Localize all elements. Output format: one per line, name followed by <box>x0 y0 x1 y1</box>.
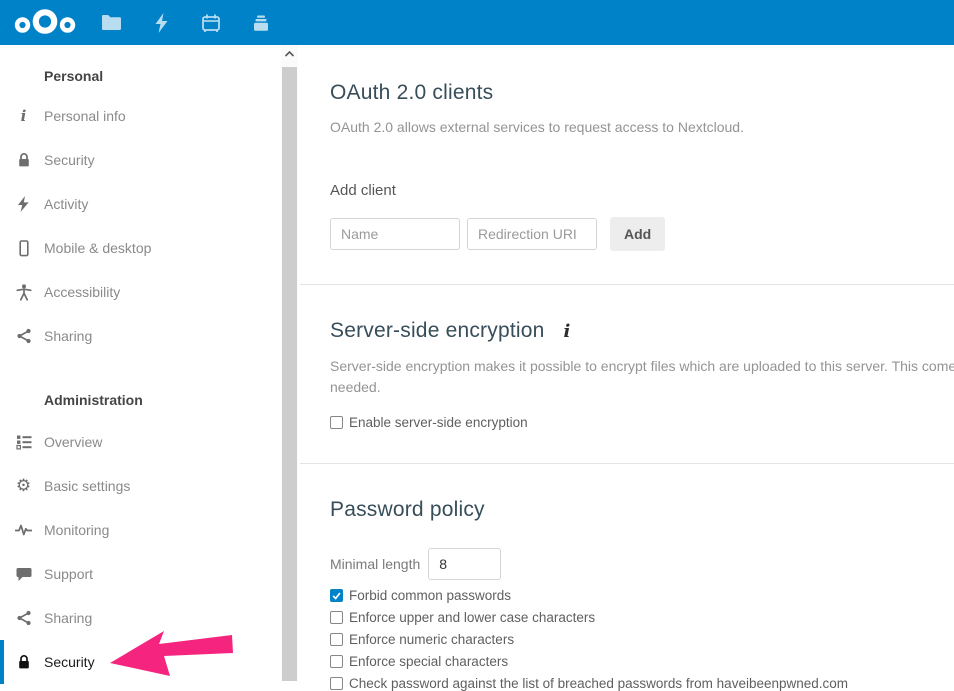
accessibility-icon <box>15 284 32 301</box>
password-policy-checkboxes: Forbid common passwords Enforce upper an… <box>330 588 954 691</box>
checkbox[interactable] <box>330 416 343 429</box>
sidebar-item-label: Monitoring <box>44 522 109 538</box>
sidebar-item-admin-sharing[interactable]: Sharing <box>0 596 300 640</box>
settings-sidebar: Personal i Personal info Security Activi… <box>0 45 300 681</box>
sidebar-item-overview[interactable]: Overview <box>0 420 300 464</box>
deck-icon <box>251 13 271 33</box>
scrollbar-thumb[interactable] <box>282 67 297 681</box>
client-name-input[interactable] <box>330 218 460 250</box>
enforce-upper-lower-row[interactable]: Enforce upper and lower case characters <box>330 610 954 625</box>
minimal-length-row: Minimal length <box>330 548 954 580</box>
support-icon <box>15 566 32 583</box>
sidebar-item-accessibility[interactable]: Accessibility <box>0 270 300 314</box>
enable-encryption-checkbox-row[interactable]: Enable server-side encryption <box>330 415 954 430</box>
redirection-uri-input[interactable] <box>467 218 597 250</box>
sidebar-scrollbar[interactable] <box>281 45 298 681</box>
oauth-section: OAuth 2.0 clients OAuth 2.0 allows exter… <box>300 81 954 251</box>
sidebar-item-label: Security <box>44 152 95 168</box>
sidebar-item-support[interactable]: Support <box>0 552 300 596</box>
checkbox-label: Enforce upper and lower case characters <box>349 610 595 625</box>
share-icon <box>15 328 32 345</box>
checkbox-label: Check password against the list of breac… <box>349 676 848 691</box>
info-icon: i <box>15 108 32 125</box>
checkbox[interactable] <box>330 655 343 668</box>
settings-content: OAuth 2.0 clients OAuth 2.0 allows exter… <box>300 45 954 691</box>
minimal-length-input[interactable] <box>428 548 501 580</box>
sidebar-item-activity[interactable]: Activity <box>0 182 300 226</box>
add-client-button[interactable]: Add <box>610 217 665 251</box>
sidebar-item-label: Sharing <box>44 610 92 626</box>
sidebar-item-personal-info[interactable]: i Personal info <box>0 94 300 138</box>
deck-app-button[interactable] <box>236 0 286 45</box>
password-policy-title: Password policy <box>330 498 954 522</box>
forbid-common-passwords-row[interactable]: Forbid common passwords <box>330 588 954 603</box>
checkbox-label: Forbid common passwords <box>349 588 511 603</box>
add-client-label: Add client <box>330 182 954 199</box>
sidebar-item-admin-security[interactable]: Security <box>0 640 300 684</box>
sidebar-item-label: Overview <box>44 434 102 450</box>
oauth-description: OAuth 2.0 allows external services to re… <box>330 117 954 138</box>
checkbox-label: Enforce numeric characters <box>349 632 514 647</box>
chevron-up-icon <box>284 50 295 58</box>
sidebar-item-basic-settings[interactable]: ⚙ Basic settings <box>0 464 300 508</box>
sidebar-item-label: Basic settings <box>44 478 130 494</box>
sidebar-item-mobile-desktop[interactable]: Mobile & desktop <box>0 226 300 270</box>
sidebar-item-label: Activity <box>44 196 88 212</box>
checkbox[interactable] <box>330 633 343 646</box>
password-policy-section: Password policy Minimal length Forbid co… <box>300 498 954 691</box>
add-client-form: Add <box>330 217 954 251</box>
encryption-description-line1: Server-side encryption makes it possible… <box>330 356 954 377</box>
nextcloud-logo[interactable] <box>12 8 78 38</box>
sidebar-item-label: Sharing <box>44 328 92 344</box>
oauth-title: OAuth 2.0 clients <box>330 81 954 105</box>
monitoring-icon <box>15 522 32 539</box>
sidebar-item-personal-sharing[interactable]: Sharing <box>0 314 300 358</box>
enforce-numeric-row[interactable]: Enforce numeric characters <box>330 632 954 647</box>
section-divider <box>300 284 954 285</box>
share-icon <box>15 610 32 627</box>
encryption-section: Server-side encryption i Server-side enc… <box>300 319 954 430</box>
lock-icon <box>15 654 32 671</box>
overview-icon <box>15 434 32 451</box>
checkbox[interactable] <box>330 611 343 624</box>
sidebar-item-monitoring[interactable]: Monitoring <box>0 508 300 552</box>
bolt-icon <box>15 196 32 213</box>
lock-icon <box>15 152 32 169</box>
sidebar-item-label: Mobile & desktop <box>44 240 151 256</box>
gear-icon: ⚙ <box>15 478 32 495</box>
top-header-bar <box>0 0 954 45</box>
checkbox-label: Enforce special characters <box>349 654 508 669</box>
minimal-length-label: Minimal length <box>330 556 420 572</box>
sidebar-caption-administration: Administration <box>0 380 300 420</box>
files-app-button[interactable] <box>86 0 136 45</box>
checkbox-label: Enable server-side encryption <box>349 415 528 430</box>
section-divider <box>300 463 954 464</box>
activity-app-button[interactable] <box>136 0 186 45</box>
encryption-title: Server-side encryption <box>330 319 545 343</box>
check-hibp-row[interactable]: Check password against the list of breac… <box>330 676 954 691</box>
calendar-icon <box>201 13 221 33</box>
checkbox[interactable] <box>330 589 343 602</box>
sidebar-item-label: Security <box>44 654 95 670</box>
phone-icon <box>15 240 32 257</box>
bolt-icon <box>154 13 169 33</box>
enforce-special-row[interactable]: Enforce special characters <box>330 654 954 669</box>
scrollbar-up-button[interactable] <box>281 45 298 63</box>
app-launcher <box>86 0 286 45</box>
info-icon[interactable]: i <box>564 321 571 342</box>
encryption-description-line2: needed. <box>330 377 954 398</box>
folder-icon <box>101 14 122 31</box>
sidebar-item-label: Accessibility <box>44 284 120 300</box>
calendar-app-button[interactable] <box>186 0 236 45</box>
checkbox[interactable] <box>330 677 343 690</box>
sidebar-item-label: Support <box>44 566 93 582</box>
sidebar-caption-personal: Personal <box>0 58 300 94</box>
sidebar-item-label: Personal info <box>44 108 126 124</box>
sidebar-item-personal-security[interactable]: Security <box>0 138 300 182</box>
